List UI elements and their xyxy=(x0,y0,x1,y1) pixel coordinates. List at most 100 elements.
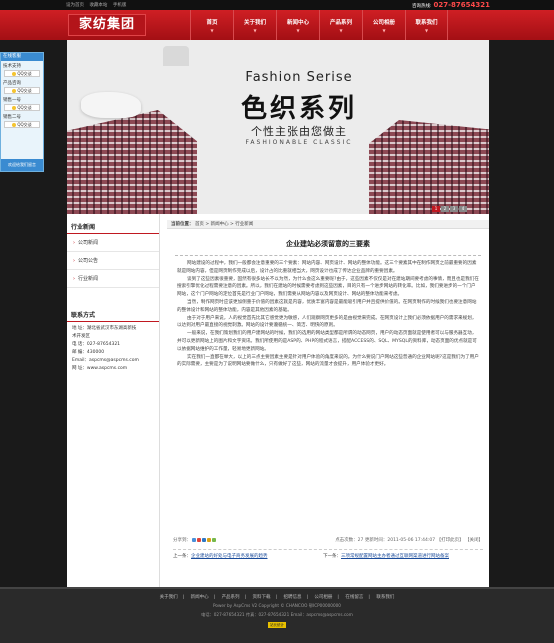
site-logo[interactable]: 家纺集团 xyxy=(68,14,146,36)
sidebar-item-company-news[interactable]: 公司新闻 xyxy=(67,234,159,252)
sidebar-item-announcements[interactable]: 公司公告 xyxy=(67,252,159,270)
contact-line: Email：aspcms@aspcms.com xyxy=(72,358,139,363)
article-paragraph: 一般来说，在我们策划我们的用户建网站的时候，我们的选用的网站类型都是所谓的动态网… xyxy=(177,331,477,352)
chevron-down-icon: ▼ xyxy=(296,28,300,33)
qq-panel-head: 在线客服 xyxy=(1,53,43,61)
next-wrap: 下一条：三项常规配置网站主办者通过互联网渠道进行网站备案 xyxy=(323,553,449,559)
banner-page-2[interactable]: 2 xyxy=(441,206,449,212)
hotline: 咨询热线: 027-87654321 xyxy=(412,1,490,9)
footer-powered: Power by AspCms V2 Copyright © CHANCOO 鄂… xyxy=(213,603,341,608)
qq-icon xyxy=(12,89,17,93)
left-sidebar: 行业新闻 公司新闻 公司公告 行业新闻 联系方式 地 址：湖北省武汉市东湖高新技… xyxy=(67,214,160,587)
qq-service-panel: 在线客服 技术支持 QQ交谈 产品咨询 QQ交谈 销售一号 QQ交谈 销售二号 … xyxy=(0,52,44,172)
banner-pager: 1 2 3 4 xyxy=(432,206,467,212)
qq-chat-label: QQ交谈 xyxy=(17,71,32,76)
breadcrumb: 当前位置： 首页 > 新闻中心 > 行业新闻 xyxy=(167,220,489,229)
chevron-down-icon: ▼ xyxy=(424,28,429,33)
footer-link[interactable]: 产品系列 xyxy=(222,595,240,600)
share-weibo-icon[interactable] xyxy=(197,537,202,542)
footer-link[interactable]: 招聘信息 xyxy=(283,595,301,600)
share-more-icon[interactable] xyxy=(212,537,217,542)
prev-label: 上一条： xyxy=(173,554,191,559)
sidebar-news-title: 行业新闻 xyxy=(67,214,159,234)
footer: 关于我们 | 新闻中心 | 产品系列 | 资料下载 | 招聘信息 | 公司相册 | 在线留言… xyxy=(0,587,554,643)
banner-page-1[interactable]: 1 xyxy=(432,206,440,212)
breadcrumb-home[interactable]: 首页 xyxy=(195,222,204,227)
qq-group-name: 销售二号 xyxy=(3,115,21,120)
contact-line: 电 话：027-87654321 xyxy=(72,342,121,347)
article-meta: 点击次数：27 更新时间：2011-05-06 17:44:07 【打印此页】 … xyxy=(335,538,483,543)
top-strip: 设为首页 收藏本站 手机版 咨询热线: 027-87654321 xyxy=(0,0,554,10)
contact-line: 网 址：www.aspcms.com xyxy=(72,366,128,371)
banner-subtitle-en: FASHIONABLE CLASSIC xyxy=(245,139,353,146)
sidebar-menu: 公司新闻 公司公告 行业新闻 xyxy=(67,234,159,288)
nav-item-contact[interactable]: 联系我们 ▼ xyxy=(405,10,448,40)
nav-label: 关于我们 xyxy=(243,20,266,26)
qq-icon xyxy=(12,123,17,127)
qq-chat-button[interactable]: QQ交谈 xyxy=(4,121,40,128)
next-article-link[interactable]: 三项常规配置网站主办者通过互联网渠道进行网站备案 xyxy=(341,554,449,559)
prev-article-link[interactable]: 企业建站的好处与电子商务发展的趋势 xyxy=(191,554,268,559)
nav-item-news[interactable]: 新闻中心 ▼ xyxy=(276,10,319,40)
prev-next-links: 上一条：企业建站的好处与电子商务发展的趋势 下一条：三项常规配置网站主办者通过互… xyxy=(173,549,483,559)
sidebar-contact-title: 联系方式 xyxy=(67,302,159,322)
hero-banner[interactable]: Fashion Serise 色织系列 个性主张由您做主 FASHIONABLE… xyxy=(67,40,489,214)
nav-label: 新闻中心 xyxy=(286,20,309,26)
nav-label: 首页 xyxy=(206,20,218,26)
share-kaixin-icon[interactable] xyxy=(207,537,212,542)
article-paragraph: 实在我们一直都在举大，以上的三点主要因素主要是针对用户体验的角度来说的。为什么要… xyxy=(177,354,479,368)
pillow-image xyxy=(81,92,141,118)
qq-chat-button[interactable]: QQ交谈 xyxy=(4,87,40,94)
main-nav: 首页 ▼ 关于我们 ▼ 新闻中心 ▼ 产品系列 ▼ 公司相册 ▼ 联系我们 ▼ xyxy=(190,10,448,40)
footer-link[interactable]: 资料下载 xyxy=(253,595,271,600)
footer-link[interactable]: 联系我们 xyxy=(376,595,394,600)
qq-chat-button[interactable]: QQ交谈 xyxy=(4,104,40,111)
qq-group-name: 产品咨询 xyxy=(3,81,21,86)
nav-label: 产品系列 xyxy=(329,20,352,26)
sidebar-item-industry-news[interactable]: 行业新闻 xyxy=(67,270,159,288)
nav-label: 联系我们 xyxy=(415,20,438,26)
article-body: 网站建设的过程中，我们一般都会注意重要的三个要素：网站内容、网页设计、网站的整体… xyxy=(167,256,489,369)
main-area: 行业新闻 公司新闻 公司公告 行业新闻 联系方式 地 址：湖北省武汉市东湖高新技… xyxy=(67,214,489,587)
hotline-number: 027-87654321 xyxy=(433,1,490,9)
article-content: 当前位置： 首页 > 新闻中心 > 行业新闻 企业建站必须留意的三要素 网站建设… xyxy=(167,214,489,587)
article-paragraph: 由于对于用户来说，人的视觉首先比其它感觉更为敏感，人们观察网页更多的是由视觉来完… xyxy=(177,315,477,329)
breadcrumb-industry[interactable]: 行业新闻 xyxy=(235,222,253,227)
share-icons xyxy=(192,537,217,542)
nav-item-about[interactable]: 关于我们 ▼ xyxy=(233,10,276,40)
qq-leave-message-button[interactable]: 欢迎给我们留言 xyxy=(1,159,43,171)
nav-item-home[interactable]: 首页 ▼ xyxy=(190,10,233,40)
article-paragraph: 当然，制作网页时应该更加侧重于价值的因素这就是内容，优质丰富内容是最能吸引用户并… xyxy=(177,299,477,313)
footer-link[interactable]: 公司相册 xyxy=(314,595,332,600)
stats-badge[interactable]: 站长统计 xyxy=(268,622,286,628)
add-favorite-link[interactable]: 收藏本站 xyxy=(89,3,107,8)
qq-group-name: 技术支持 xyxy=(3,64,21,69)
breadcrumb-label: 当前位置： xyxy=(171,222,194,227)
qq-chat-label: QQ交谈 xyxy=(17,105,32,110)
bed-right-pattern xyxy=(369,120,489,214)
banner-page-3[interactable]: 3 xyxy=(450,206,458,212)
header: 家纺集团 首页 ▼ 关于我们 ▼ 新闻中心 ▼ 产品系列 ▼ 公司相册 ▼ 联系我们 ▼ xyxy=(0,10,554,40)
footer-link[interactable]: 在线留言 xyxy=(345,595,363,600)
hotline-label: 咨询热线: xyxy=(411,4,432,9)
set-homepage-link[interactable]: 设为首页 xyxy=(66,3,84,8)
share-qzone-icon[interactable] xyxy=(192,537,197,542)
share-label: 分享到： xyxy=(173,538,191,543)
article-paragraph: 网站建设的过程中，我们一般都会注意重要的三个要素：网站内容、网页设计、网站的整体… xyxy=(177,261,477,274)
qq-chat-label: QQ交谈 xyxy=(17,122,32,127)
banner-page-4[interactable]: 4 xyxy=(459,206,467,212)
share-renren-icon[interactable] xyxy=(202,537,207,542)
nav-item-album[interactable]: 公司相册 ▼ xyxy=(362,10,405,40)
footer-link[interactable]: 新闻中心 xyxy=(191,595,209,600)
banner-title: 色织系列 xyxy=(240,94,357,124)
contact-line: 术开发区 xyxy=(72,334,90,339)
chevron-down-icon: ▼ xyxy=(339,28,343,33)
footer-link[interactable]: 关于我们 xyxy=(160,595,178,600)
next-label: 下一条： xyxy=(323,554,341,559)
qq-chat-button[interactable]: QQ交谈 xyxy=(4,70,40,77)
footer-nav: 关于我们 | 新闻中心 | 产品系列 | 资料下载 | 招聘信息 | 公司相册 | 在线留言… xyxy=(159,595,395,600)
nav-item-products[interactable]: 产品系列 ▼ xyxy=(319,10,362,40)
mobile-link[interactable]: 手机版 xyxy=(113,3,127,8)
qq-group-name: 销售一号 xyxy=(3,98,21,103)
breadcrumb-news[interactable]: 新闻中心 xyxy=(211,222,229,227)
